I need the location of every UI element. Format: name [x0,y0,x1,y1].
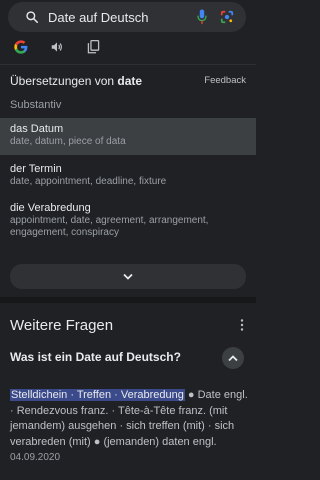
answer-date: 04.09.2020 [10,452,61,463]
chevron-up-icon [228,354,238,361]
related-question[interactable]: Was ist ein Date auf Deutsch? [10,350,181,364]
translation-entry[interactable]: die Verabredung appointment, date, agree… [0,199,256,247]
question-answer: Stelldichein · Treffen · Verabredung ● D… [10,388,250,466]
feedback-link[interactable]: Feedback [204,75,246,86]
collapse-question-button[interactable] [222,347,244,369]
translation-list: date, appointment, deadline, fixture [10,176,167,187]
copy-icon[interactable] [87,40,100,54]
lens-icon[interactable] [220,10,234,24]
search-bar[interactable]: Date auf Deutsch [8,2,246,32]
tools-row [0,36,256,60]
related-questions-title: Weitere Fragen [10,317,114,334]
section-divider [0,297,256,303]
translation-title: Übersetzungen von date [10,73,143,88]
answer-highlight: Stelldichein · Treffen · Verabredung [10,389,185,401]
translation-list: appointment, date, agreement, arrangemen… [10,215,209,238]
translation-header: Übersetzungen von date Feedback [0,64,256,96]
search-icon [26,11,39,24]
search-query[interactable]: Date auf Deutsch [48,10,196,25]
part-of-speech: Substantiv [10,99,62,111]
chevron-down-icon [123,273,133,280]
google-logo[interactable] [13,39,29,55]
translation-entry[interactable]: das Datum date, datum, piece of data [0,118,256,155]
microphone-icon[interactable] [196,9,208,25]
translation-list: date, datum, piece of data [10,136,126,147]
translation-word: der Termin [10,163,62,175]
translated-word: date [117,73,143,88]
speaker-icon[interactable] [50,40,64,54]
more-vert-icon[interactable] [240,319,244,331]
translation-word: das Datum [10,123,64,135]
translation-word: die Verabredung [10,202,91,214]
expand-translations-button[interactable] [10,264,246,289]
translation-entry[interactable]: der Termin date, appointment, deadline, … [0,160,256,196]
